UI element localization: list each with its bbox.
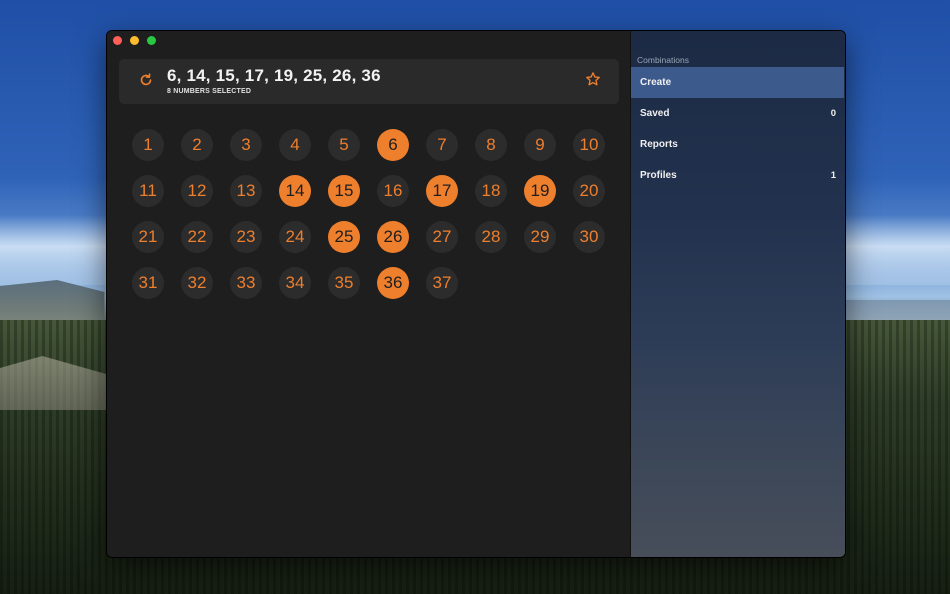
sidebar-item-badge: 0 <box>830 108 836 119</box>
sidebar-item-badge: 1 <box>830 170 836 181</box>
number-ball[interactable]: 19 <box>524 175 556 207</box>
sidebar: Combinations Create Saved 0 Reports Prof… <box>630 31 845 557</box>
number-ball[interactable]: 23 <box>230 221 262 253</box>
sidebar-item-label: Saved <box>640 108 670 119</box>
number-ball[interactable]: 30 <box>573 221 605 253</box>
number-ball[interactable]: 26 <box>377 221 409 253</box>
number-ball[interactable]: 16 <box>377 175 409 207</box>
sidebar-item-label: Reports <box>640 139 678 150</box>
number-ball[interactable]: 6 <box>377 129 409 161</box>
refresh-icon-glyph <box>140 73 152 86</box>
selected-numbers: 6, 14, 15, 17, 19, 25, 26, 36 <box>167 66 381 85</box>
number-ball[interactable]: 2 <box>181 129 213 161</box>
number-ball[interactable]: 12 <box>181 175 213 207</box>
sidebar-item-saved[interactable]: Saved 0 <box>631 98 844 129</box>
selected-count: 8 NUMBERS SELECTED <box>167 88 252 95</box>
number-ball[interactable]: 24 <box>279 221 311 253</box>
number-ball[interactable]: 31 <box>132 267 164 299</box>
number-ball[interactable]: 33 <box>230 267 262 299</box>
number-ball[interactable]: 20 <box>573 175 605 207</box>
number-ball[interactable]: 3 <box>230 129 262 161</box>
sidebar-item-label: Profiles <box>640 170 677 181</box>
number-ball[interactable]: 4 <box>279 129 311 161</box>
star-icon-glyph <box>586 72 600 86</box>
number-ball[interactable]: 18 <box>475 175 507 207</box>
sidebar-item-create[interactable]: Create <box>631 67 844 98</box>
number-ball[interactable]: 22 <box>181 221 213 253</box>
refresh-icon[interactable] <box>137 72 155 90</box>
number-ball[interactable]: 15 <box>328 175 360 207</box>
main-pane: 6, 14, 15, 17, 19, 25, 26, 36 8 NUMBERS … <box>107 31 630 557</box>
minimize-window-button[interactable] <box>130 36 139 45</box>
number-ball[interactable]: 8 <box>475 129 507 161</box>
sidebar-item-reports[interactable]: Reports <box>631 129 844 160</box>
number-ball[interactable]: 11 <box>132 175 164 207</box>
window-controls <box>113 36 156 45</box>
number-ball[interactable]: 28 <box>475 221 507 253</box>
number-ball[interactable]: 9 <box>524 129 556 161</box>
sidebar-item-label: Create <box>640 77 672 88</box>
number-ball[interactable]: 21 <box>132 221 164 253</box>
number-ball[interactable]: 1 <box>132 129 164 161</box>
number-ball[interactable]: 29 <box>524 221 556 253</box>
close-window-button[interactable] <box>113 36 122 45</box>
number-ball[interactable]: 17 <box>426 175 458 207</box>
number-ball[interactable]: 5 <box>328 129 360 161</box>
number-ball[interactable]: 37 <box>426 267 458 299</box>
number-ball[interactable]: 34 <box>279 267 311 299</box>
sidebar-item-profiles[interactable]: Profiles 1 <box>631 160 844 191</box>
selection-bar: 6, 14, 15, 17, 19, 25, 26, 36 8 NUMBERS … <box>119 59 619 104</box>
number-ball[interactable]: 14 <box>279 175 311 207</box>
number-ball[interactable]: 7 <box>426 129 458 161</box>
number-ball[interactable]: 36 <box>377 267 409 299</box>
number-ball[interactable]: 10 <box>573 129 605 161</box>
number-ball[interactable]: 32 <box>181 267 213 299</box>
number-ball[interactable]: 13 <box>230 175 262 207</box>
star-icon[interactable] <box>585 71 603 91</box>
number-ball[interactable]: 35 <box>328 267 360 299</box>
number-ball[interactable]: 25 <box>328 221 360 253</box>
sidebar-section-header: Combinations <box>637 55 689 65</box>
number-ball[interactable]: 27 <box>426 221 458 253</box>
app-window: 6, 14, 15, 17, 19, 25, 26, 36 8 NUMBERS … <box>106 30 846 558</box>
zoom-window-button[interactable] <box>147 36 156 45</box>
